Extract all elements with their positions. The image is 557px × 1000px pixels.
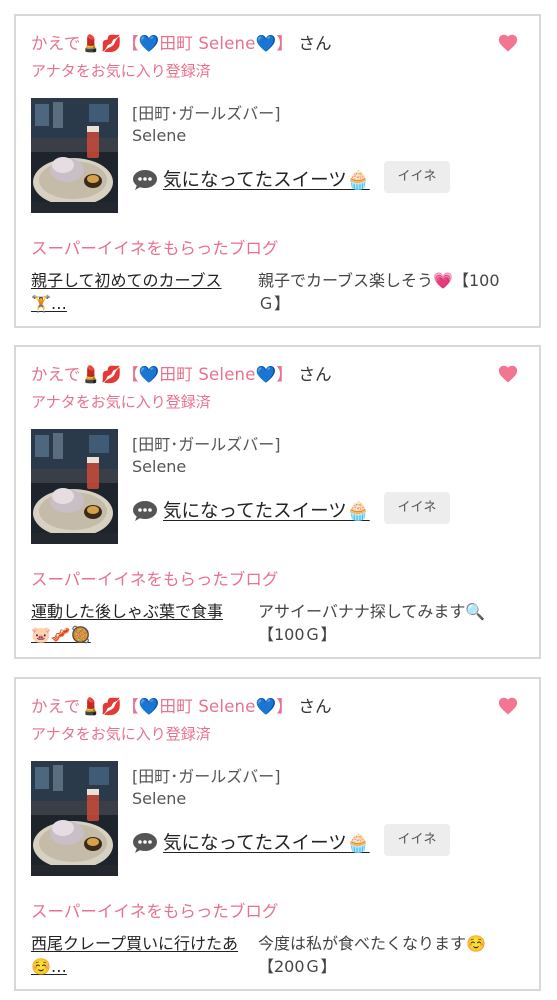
favorite-status: アナタをお気に入り登録済	[31, 725, 211, 743]
favorite-status: アナタをお気に入り登録済	[31, 393, 211, 411]
heart-icon[interactable]	[497, 32, 519, 54]
iine-button[interactable]: イイネ	[384, 824, 450, 856]
blog-comment: 今度は私が食べたくなります☺️【200Ｇ】	[258, 934, 486, 976]
dessert-photo	[31, 98, 118, 213]
girl-header-suffix: さん	[298, 697, 332, 716]
post-thumbnail[interactable]	[31, 98, 118, 213]
girl-name: Selene	[132, 126, 187, 145]
speech-bubble-icon	[133, 170, 157, 190]
girl-header[interactable]: かえで💄💋【💙田町 Selene💙】 さん	[31, 30, 332, 54]
dessert-photo	[31, 761, 118, 876]
blog-title-link[interactable]: 西尾クレープ買いに行けたあ☺️…	[31, 932, 239, 978]
girl-header[interactable]: かえで💄💋【💙田町 Selene💙】 さん	[31, 361, 332, 385]
heart-icon[interactable]	[497, 695, 519, 717]
shop-name: [田町･ガールズバー]	[132, 767, 281, 786]
blog-title-link[interactable]: 親子して初めてのカーブス🏋️…	[31, 269, 239, 315]
speech-bubble-icon	[133, 501, 157, 521]
blog-comment: 親子でカーブス楽しそう💗【100Ｇ】	[258, 271, 500, 313]
girl-header-name[interactable]: かえで💄💋【💙田町 Selene💙】	[31, 365, 293, 384]
speech-bubble-icon	[133, 833, 157, 853]
girl-header-suffix: さん	[298, 365, 332, 384]
girl-name: Selene	[132, 457, 187, 476]
girl-header-name[interactable]: かえで💄💋【💙田町 Selene💙】	[31, 34, 293, 53]
girl-name: Selene	[132, 789, 187, 808]
super-iine-heading: スーパーイイネをもらったブログ	[31, 239, 279, 258]
girl-header-suffix: さん	[298, 34, 332, 53]
iine-button[interactable]: イイネ	[384, 492, 450, 524]
girl-header-name[interactable]: かえで💄💋【💙田町 Selene💙】	[31, 697, 293, 716]
blog-comment: アサイーバナナ探してみます🔍【100Ｇ】	[258, 602, 486, 644]
dessert-photo	[31, 429, 118, 544]
iine-button[interactable]: イイネ	[384, 161, 450, 193]
favorite-status: アナタをお気に入り登録済	[31, 62, 211, 80]
post-thumbnail[interactable]	[31, 761, 118, 876]
post-thumbnail[interactable]	[31, 429, 118, 544]
favorite-card: かえで💄💋【💙田町 Selene💙】 さん アナタをお気に入り登録済 [田町･ガ…	[14, 677, 541, 991]
shop-name: [田町･ガールズバー]	[132, 435, 281, 454]
favorite-card: かえで💄💋【💙田町 Selene💙】 さん アナタをお気に入り登録済 [田町･ガ…	[14, 345, 541, 659]
super-iine-heading: スーパーイイネをもらったブログ	[31, 570, 279, 589]
super-iine-heading: スーパーイイネをもらったブログ	[31, 902, 279, 921]
shop-name: [田町･ガールズバー]	[132, 104, 281, 123]
favorite-card: かえで💄💋【💙田町 Selene💙】 さん アナタをお気に入り登録済 [田町･ガ…	[14, 14, 541, 328]
blog-title-link[interactable]: 運動した後しゃぶ葉で食事🐷🥓🥘	[31, 600, 239, 646]
girl-header[interactable]: かえで💄💋【💙田町 Selene💙】 さん	[31, 693, 332, 717]
heart-icon[interactable]	[497, 363, 519, 385]
post-title-link[interactable]: 気になってたスイーツ🧁	[163, 497, 370, 523]
post-title-link[interactable]: 気になってたスイーツ🧁	[163, 166, 370, 192]
post-title-link[interactable]: 気になってたスイーツ🧁	[163, 829, 370, 855]
